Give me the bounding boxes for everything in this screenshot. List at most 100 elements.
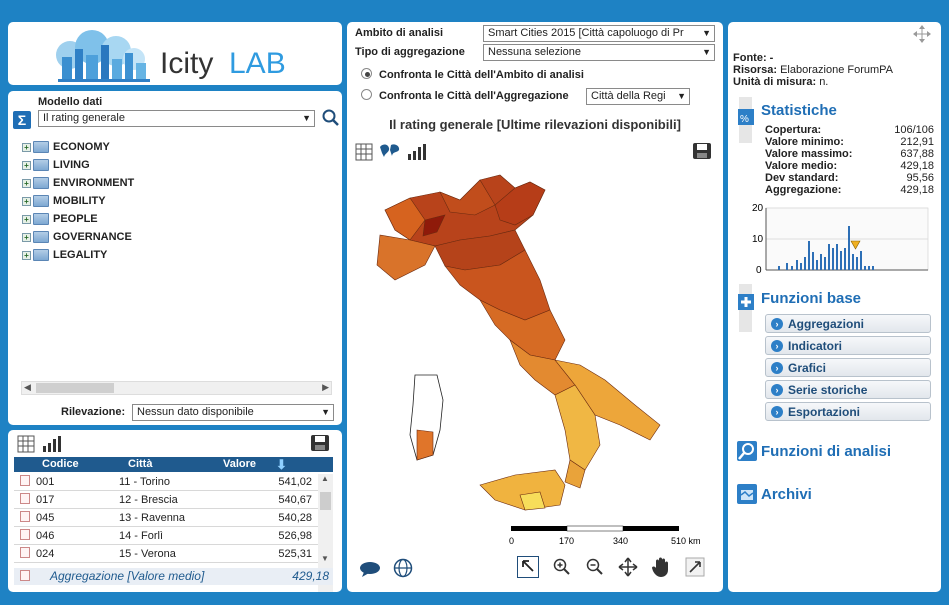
radio-ambito-label[interactable]: Confronta le Città dell'Ambito di analis… [379,69,584,81]
esportazioni-button[interactable]: › Esportazioni [765,402,931,421]
archivi-title[interactable]: Archivi [761,486,812,503]
save-icon[interactable] [310,434,330,452]
header-citta[interactable]: Città [128,458,152,470]
funzioni-analisi-title[interactable]: Funzioni di analisi [761,443,891,460]
statistiche-title[interactable]: Statistiche [761,102,837,119]
tree-item-living[interactable]: + LIVING [22,158,90,172]
risorsa-line: Risorsa: Elaborazione ForumPA [733,64,893,76]
logo-panel: Icity LAB [8,22,342,85]
chart-view-icon[interactable] [407,143,427,161]
expand-icon[interactable]: + [22,214,31,224]
radio-ambito[interactable] [361,68,372,79]
scroll-thumb[interactable] [320,492,331,510]
table-view-icon[interactable] [17,435,35,453]
folder-icon [33,231,49,243]
table-row[interactable]: 045 13 - Ravenna 540,28 [14,509,318,527]
table-header: Codice Città Valore ⬇ [14,457,333,472]
chart-row-icon[interactable] [20,475,30,486]
table-row[interactable]: 046 14 - Forlì 526,98 [14,527,318,545]
radio-aggregazione[interactable] [361,89,372,100]
zoom-in-icon[interactable] [552,557,572,577]
data-table-panel: Codice Città Valore ⬇ 001 11 - Torino 54… [8,430,342,592]
scroll-thumb[interactable] [36,383,114,393]
tree-item-legality[interactable]: + LEGALITY [22,248,107,262]
funzioni-base-title[interactable]: Funzioni base [761,290,861,307]
info-panel: Fonte: - Risorsa: Elaborazione ForumPA U… [728,22,941,592]
chart-view-icon[interactable] [42,435,62,453]
model-label: Modello dati [38,96,103,108]
tree-item-people[interactable]: + PEOPLE [22,212,98,226]
archive-icon [737,484,757,504]
table-view-icon[interactable] [355,143,373,161]
hist-tick-20: 20 [752,203,764,214]
chart-row-icon[interactable] [20,511,30,522]
radio-aggregazione-label[interactable]: Confronta le Città dell'Aggregazione [379,90,569,102]
search-icon[interactable] [322,109,340,127]
globe-icon[interactable] [393,558,413,578]
indicatori-button[interactable]: › Indicatori [765,336,931,355]
folder-icon [33,195,49,207]
header-valore[interactable]: Valore [223,458,256,470]
map-scale-bar: 0 170 340 510 km [509,525,701,546]
scroll-right-icon[interactable]: ▶ [322,382,329,393]
scroll-down-icon[interactable]: ▼ [321,554,329,563]
folder-icon [33,249,49,261]
svg-text:170: 170 [559,536,574,546]
svg-text:%: % [740,114,749,125]
full-extent-icon[interactable] [685,557,705,577]
folder-icon [33,141,49,153]
hand-drag-icon[interactable] [651,556,671,578]
svg-text:340: 340 [613,536,628,546]
icitylab-logo: Icity LAB [56,30,286,82]
table-row[interactable]: 024 15 - Verona 525,31 [14,545,318,563]
select-tool-button[interactable] [517,556,539,578]
svg-text:LAB: LAB [229,47,286,80]
stat-dev-standard: Dev standard: 95,56 [765,172,934,184]
cursor-arrow-icon [522,560,534,572]
table-row[interactable]: 001 11 - Torino 541,02 [14,473,318,491]
save-icon[interactable] [692,142,712,160]
header-codice[interactable]: Codice [42,458,79,470]
tree-item-environment[interactable]: + ENVIRONMENT [22,176,134,190]
sort-down-icon[interactable]: ⬇ [276,457,287,473]
scroll-left-icon[interactable]: ◀ [24,382,31,393]
aggregazioni-button[interactable]: › Aggregazioni [765,314,931,333]
expand-icon[interactable]: + [22,178,31,188]
tipo-select[interactable]: Nessuna selezione ▼ [483,44,715,61]
sigma-icon[interactable]: Σ [13,111,31,129]
table-row[interactable]: 017 12 - Brescia 540,67 [14,491,318,509]
svg-text:0: 0 [509,536,514,546]
fonte-label: Fonte: - [733,52,774,64]
tree-item-governance[interactable]: + GOVERNANCE [22,230,132,244]
comment-icon[interactable] [359,560,381,578]
folder-icon [33,213,49,225]
zoom-out-icon[interactable] [585,557,605,577]
tree-item-economy[interactable]: + ECONOMY [22,140,110,154]
expand-icon[interactable]: + [22,232,31,242]
serie-storiche-button[interactable]: › Serie storiche [765,380,931,399]
chart-row-icon[interactable] [20,529,30,540]
model-select[interactable]: Il rating generale ▼ [38,110,315,127]
histogram: 20 10 0 [752,203,929,276]
ambito-select[interactable]: Smart Cities 2015 [Città capoluogo di Pr… [483,25,715,42]
chart-row-icon[interactable] [20,493,30,504]
italy-map[interactable] [365,170,705,520]
scroll-up-icon[interactable]: ▲ [321,474,329,483]
tree-item-mobility[interactable]: + MOBILITY [22,194,106,208]
horizontal-scrollbar[interactable]: ◀ ▶ [21,381,332,395]
world-map-icon[interactable] [378,141,402,161]
expand-icon[interactable]: + [22,160,31,170]
aggregazione-select[interactable]: Città della Regi ▼ [586,88,690,105]
move-icon[interactable] [912,24,932,44]
folder-icon [33,159,49,171]
chart-row-icon[interactable] [20,547,30,558]
pan-arrows-icon[interactable] [618,557,638,577]
expand-icon[interactable]: + [22,142,31,152]
chart-row-icon[interactable] [20,570,30,581]
data-model-panel: Modello dati Σ Il rating generale ▼ + ECON… [8,91,342,425]
map-title: Il rating generale [Ultime rilevazioni d… [389,117,681,132]
grafici-button[interactable]: › Grafici [765,358,931,377]
expand-icon[interactable]: + [22,196,31,206]
expand-icon[interactable]: + [22,250,31,260]
rilevazione-select[interactable]: Nessun dato disponibile ▼ [132,404,334,421]
